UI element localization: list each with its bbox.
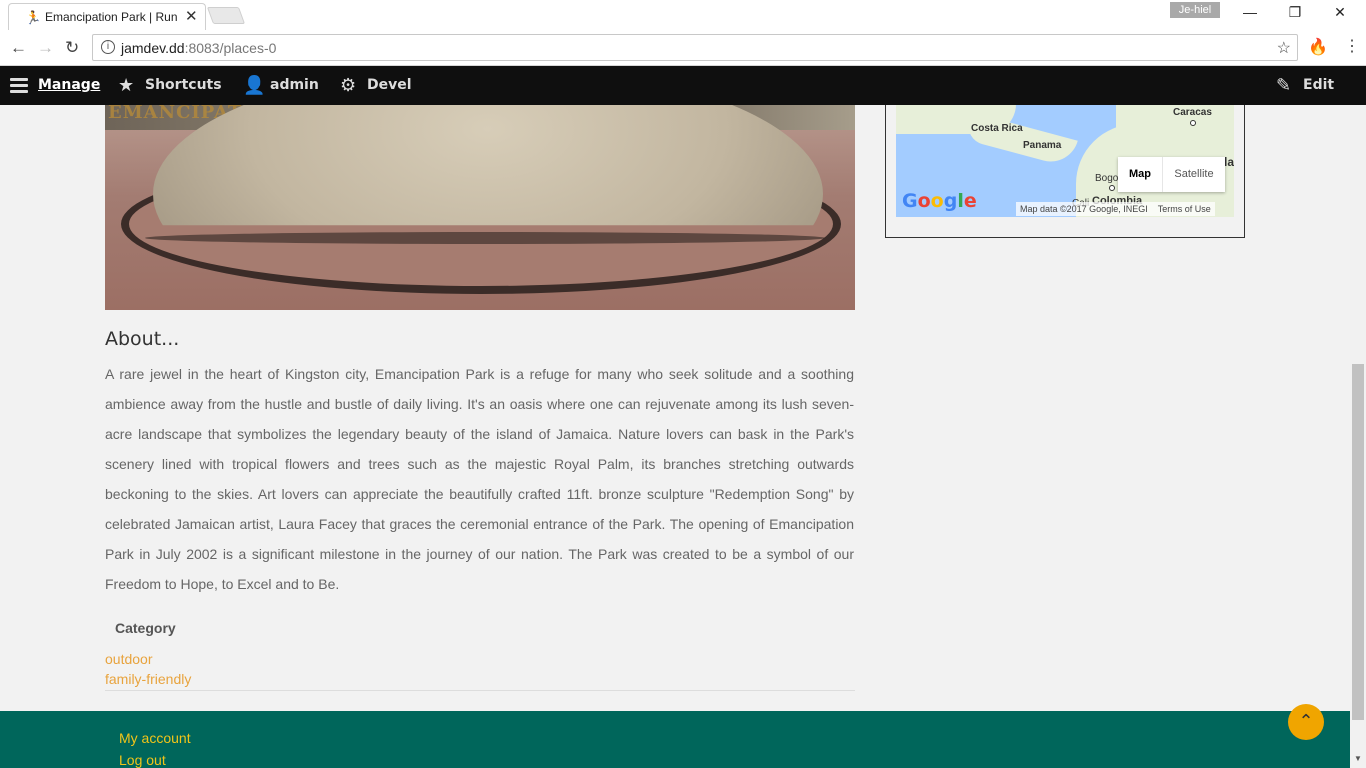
toolbar-shortcuts[interactable]: ★ Shortcuts	[118, 66, 228, 105]
profile-name[interactable]: Je-hiel	[1170, 2, 1220, 18]
content-divider	[105, 690, 855, 691]
hero-image: EMANCIPATION PARK	[105, 104, 855, 310]
map-label-costa-rica: Costa Rica	[971, 123, 1023, 134]
map-type-control: Map Satellite	[1118, 157, 1225, 192]
map-type-map-button[interactable]: Map	[1118, 157, 1162, 192]
scroll-down-arrow-icon[interactable]: ▼	[1354, 754, 1362, 763]
map-label-panama: Panama	[1023, 140, 1062, 151]
terms-of-use-link[interactable]: Terms of Use	[1158, 204, 1211, 214]
url-text: jamdev.dd:8083/places-0	[121, 40, 276, 56]
gear-icon: ⚙	[340, 75, 357, 96]
admin-toolbar: Manage ★ Shortcuts 👤 admin ⚙ Devel ✎ Edi…	[0, 66, 1366, 105]
scrollbar-thumb[interactable]	[1352, 364, 1364, 720]
toolbar-edit[interactable]: ✎ Edit	[1276, 66, 1346, 105]
toolbar-devel[interactable]: ⚙ Devel	[340, 66, 420, 105]
new-tab-button[interactable]	[206, 7, 246, 24]
category-link-family-friendly[interactable]: family-friendly	[105, 671, 191, 687]
fountain-shadow	[145, 232, 825, 244]
manage-label: Manage	[38, 77, 101, 93]
browser-menu-icon[interactable]: ⋮	[1344, 36, 1360, 56]
user-icon: 👤	[243, 75, 266, 96]
star-icon: ★	[118, 75, 135, 96]
reload-icon[interactable]: ↻	[65, 38, 79, 58]
toolbar-manage[interactable]: Manage	[10, 66, 100, 105]
footer-link-log-out[interactable]: Log out	[119, 752, 166, 768]
browser-toolbar: ← → ↻ i jamdev.dd:8083/places-0 ☆ 🔥 ⋮	[0, 30, 1366, 66]
chevron-up-icon: ⌃	[1298, 711, 1314, 731]
google-map[interactable]: Caracas Costa Rica Panama Bogo Colombia …	[896, 104, 1234, 217]
info-icon[interactable]: i	[101, 40, 115, 54]
page-scrollbar[interactable]: ▲ ▼	[1350, 66, 1366, 768]
map-label-bogota: Bogo	[1095, 173, 1119, 184]
site-footer: My account Log out	[0, 711, 1350, 768]
map-label-venezuela-partial: la	[1224, 155, 1234, 169]
extension-flame-icon[interactable]: 🔥	[1308, 37, 1328, 57]
toolbar-admin[interactable]: 👤 admin	[243, 66, 323, 105]
category-label: Category	[115, 620, 176, 636]
map-type-satellite-button[interactable]: Satellite	[1162, 157, 1225, 192]
back-arrow-icon[interactable]: ←	[10, 38, 27, 58]
hamburger-icon	[10, 78, 28, 93]
map-dot-bogota	[1109, 185, 1115, 191]
browser-tab[interactable]: 🏃 Emancipation Park | Run ✕	[8, 3, 206, 30]
window-close-icon[interactable]: ✕	[1320, 4, 1360, 24]
edit-label: Edit	[1303, 77, 1335, 93]
runner-favicon-icon: 🏃	[25, 10, 42, 25]
about-text: A rare jewel in the heart of Kingston ci…	[105, 366, 854, 592]
restore-icon[interactable]: ❐	[1275, 4, 1315, 24]
map-block: Caracas Costa Rica Panama Bogo Colombia …	[885, 104, 1245, 238]
admin-label: admin	[270, 77, 319, 93]
address-bar[interactable]: i jamdev.dd:8083/places-0 ☆	[92, 34, 1298, 61]
minimize-icon[interactable]: —	[1230, 4, 1270, 24]
url-path: :8083/places-0	[184, 40, 277, 56]
tab-close-icon[interactable]: ✕	[185, 7, 198, 25]
about-heading: About...	[105, 328, 180, 350]
url-host: jamdev.dd	[121, 40, 185, 56]
shortcuts-label: Shortcuts	[145, 77, 222, 93]
category-link-outdoor[interactable]: outdoor	[105, 651, 152, 667]
scroll-to-top-button[interactable]: ⌃	[1288, 704, 1324, 740]
google-logo[interactable]: Google	[902, 190, 977, 212]
map-dot-caracas	[1190, 120, 1196, 126]
map-data-credit: Map data ©2017 Google, INEGI	[1020, 204, 1148, 214]
footer-link-my-account[interactable]: My account	[119, 730, 191, 746]
bookmark-star-icon[interactable]: ☆	[1277, 38, 1291, 58]
map-attribution: Map data ©2017 Google, INEGI Terms of Us…	[1016, 202, 1215, 216]
pencil-icon: ✎	[1276, 75, 1292, 96]
forward-arrow-icon[interactable]: →	[37, 38, 54, 58]
devel-label: Devel	[367, 77, 412, 93]
browser-tabstrip: 🏃 Emancipation Park | Run ✕ Je-hiel — ❐ …	[0, 0, 1366, 30]
tab-title: Emancipation Park | Run	[45, 10, 178, 24]
map-label-caracas: Caracas	[1173, 107, 1212, 118]
